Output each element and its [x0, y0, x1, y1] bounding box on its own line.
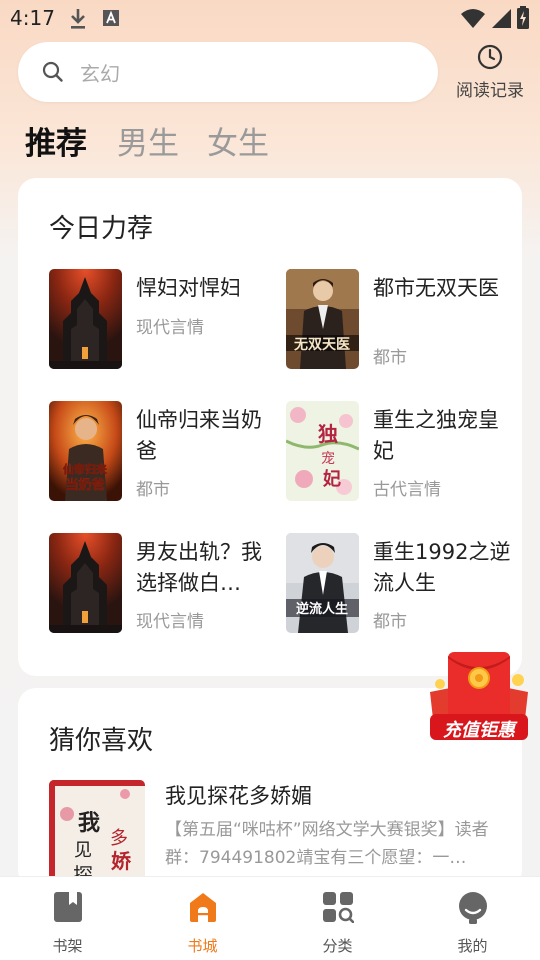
svg-text:宠: 宠 [321, 451, 335, 467]
book-cover: 逆流人生 [286, 533, 359, 633]
promo-label: 充值钜惠 [443, 720, 515, 741]
book-category: 都市 [136, 480, 170, 500]
book-cover: 仙帝归来 当奶爸 [49, 401, 122, 501]
book-category: 现代言情 [136, 318, 204, 338]
svg-text:多: 多 [110, 828, 128, 849]
bookshelf-icon [53, 892, 82, 922]
book-item[interactable]: 独 宠 妃 重生之独宠皇妃 古代言情 [286, 401, 516, 503]
section-title: 今日力荐 [49, 214, 154, 244]
nav-label: 我的 [457, 937, 488, 955]
tab-male[interactable]: 男生 [117, 118, 179, 163]
book-cover [49, 269, 122, 369]
book-title: 男友出轨？我选择做白… [136, 540, 262, 595]
book-cover: 独 宠 妃 [286, 401, 359, 501]
battery-icon [517, 6, 529, 29]
book-title[interactable]: 我见探花多娇媚 [165, 780, 312, 810]
status-bar: 4:17 [0, 0, 540, 38]
tab-female[interactable]: 女生 [207, 118, 269, 163]
book-cover [49, 533, 122, 633]
book-item[interactable]: 男友出轨？我选择做白… 现代言情 [49, 533, 279, 635]
book-description: 【第五届“咪咕杯”网络文学大赛银奖】读者群：794491802靖宝有三个愿望：一… [165, 820, 489, 868]
nav-label: 分类 [322, 937, 353, 955]
svg-text:见: 见 [74, 840, 92, 861]
book-title: 都市无双天医 [373, 276, 499, 300]
search-placeholder: 玄幻 [80, 62, 120, 86]
clock-icon [477, 44, 503, 70]
nav-label: 书架 [52, 937, 83, 955]
svg-text:我: 我 [78, 810, 100, 836]
nav-label: 书城 [187, 937, 218, 955]
bottom-navigation: 书架 书城 分类 我的 [0, 876, 540, 960]
book-category: 都市 [373, 348, 407, 368]
book-item[interactable]: 仙帝归来 当奶爸 仙帝归来当奶爸 都市 [49, 401, 279, 503]
book-cover: 无双天医 [286, 269, 359, 369]
search-input[interactable]: 玄幻 [18, 42, 438, 102]
book-title: 仙帝归来当奶爸 [136, 408, 262, 463]
nav-profile[interactable]: 我的 [405, 877, 540, 960]
book-item[interactable]: 悍妇对悍妇 现代言情 [49, 269, 279, 371]
tab-recommend[interactable]: 推荐 [25, 118, 87, 163]
recharge-promo-button[interactable]: 充值钜惠 [426, 648, 532, 744]
book-title: 悍妇对悍妇 [136, 276, 241, 300]
reading-history-button[interactable]: 阅读记录 [448, 44, 532, 102]
book-category: 都市 [373, 612, 407, 632]
book-category: 古代言情 [373, 480, 441, 500]
svg-text:当奶爸: 当奶爸 [65, 477, 104, 493]
store-icon [189, 893, 216, 922]
book-title: 重生1992之逆流人生 [373, 540, 511, 595]
book-item[interactable]: 逆流人生 重生1992之逆流人生 都市 [286, 533, 516, 635]
profile-icon [458, 892, 487, 924]
search-icon [42, 61, 63, 82]
section-title: 猜你喜欢 [49, 726, 154, 756]
cover-text: 逆流人生 [296, 601, 348, 617]
wifi-icon [461, 9, 485, 28]
status-time: 4:17 [10, 6, 55, 30]
book-category: 现代言情 [136, 612, 204, 632]
signal-icon [492, 9, 511, 28]
svg-text:娇: 娇 [111, 849, 132, 873]
nav-store[interactable]: 书城 [135, 877, 270, 960]
book-title: 重生之独宠皇妃 [373, 408, 499, 463]
today-picks-card: 今日力荐 悍妇对悍妇 现代言情 无双天医 都市无双天医 都市 仙帝归来 当奶爸 … [18, 178, 522, 676]
cover-text: 无双天医 [293, 337, 350, 353]
svg-text:妃: 妃 [323, 468, 341, 490]
reading-history-label: 阅读记录 [456, 81, 524, 101]
nav-category[interactable]: 分类 [270, 877, 405, 960]
font-a-icon [103, 10, 119, 26]
nav-bookshelf[interactable]: 书架 [0, 877, 135, 960]
svg-text:独: 独 [318, 422, 338, 446]
category-icon [322, 892, 354, 923]
book-item[interactable]: 无双天医 都市无双天医 都市 [286, 269, 516, 371]
svg-text:仙帝归来: 仙帝归来 [63, 462, 108, 476]
download-icon [71, 9, 85, 29]
